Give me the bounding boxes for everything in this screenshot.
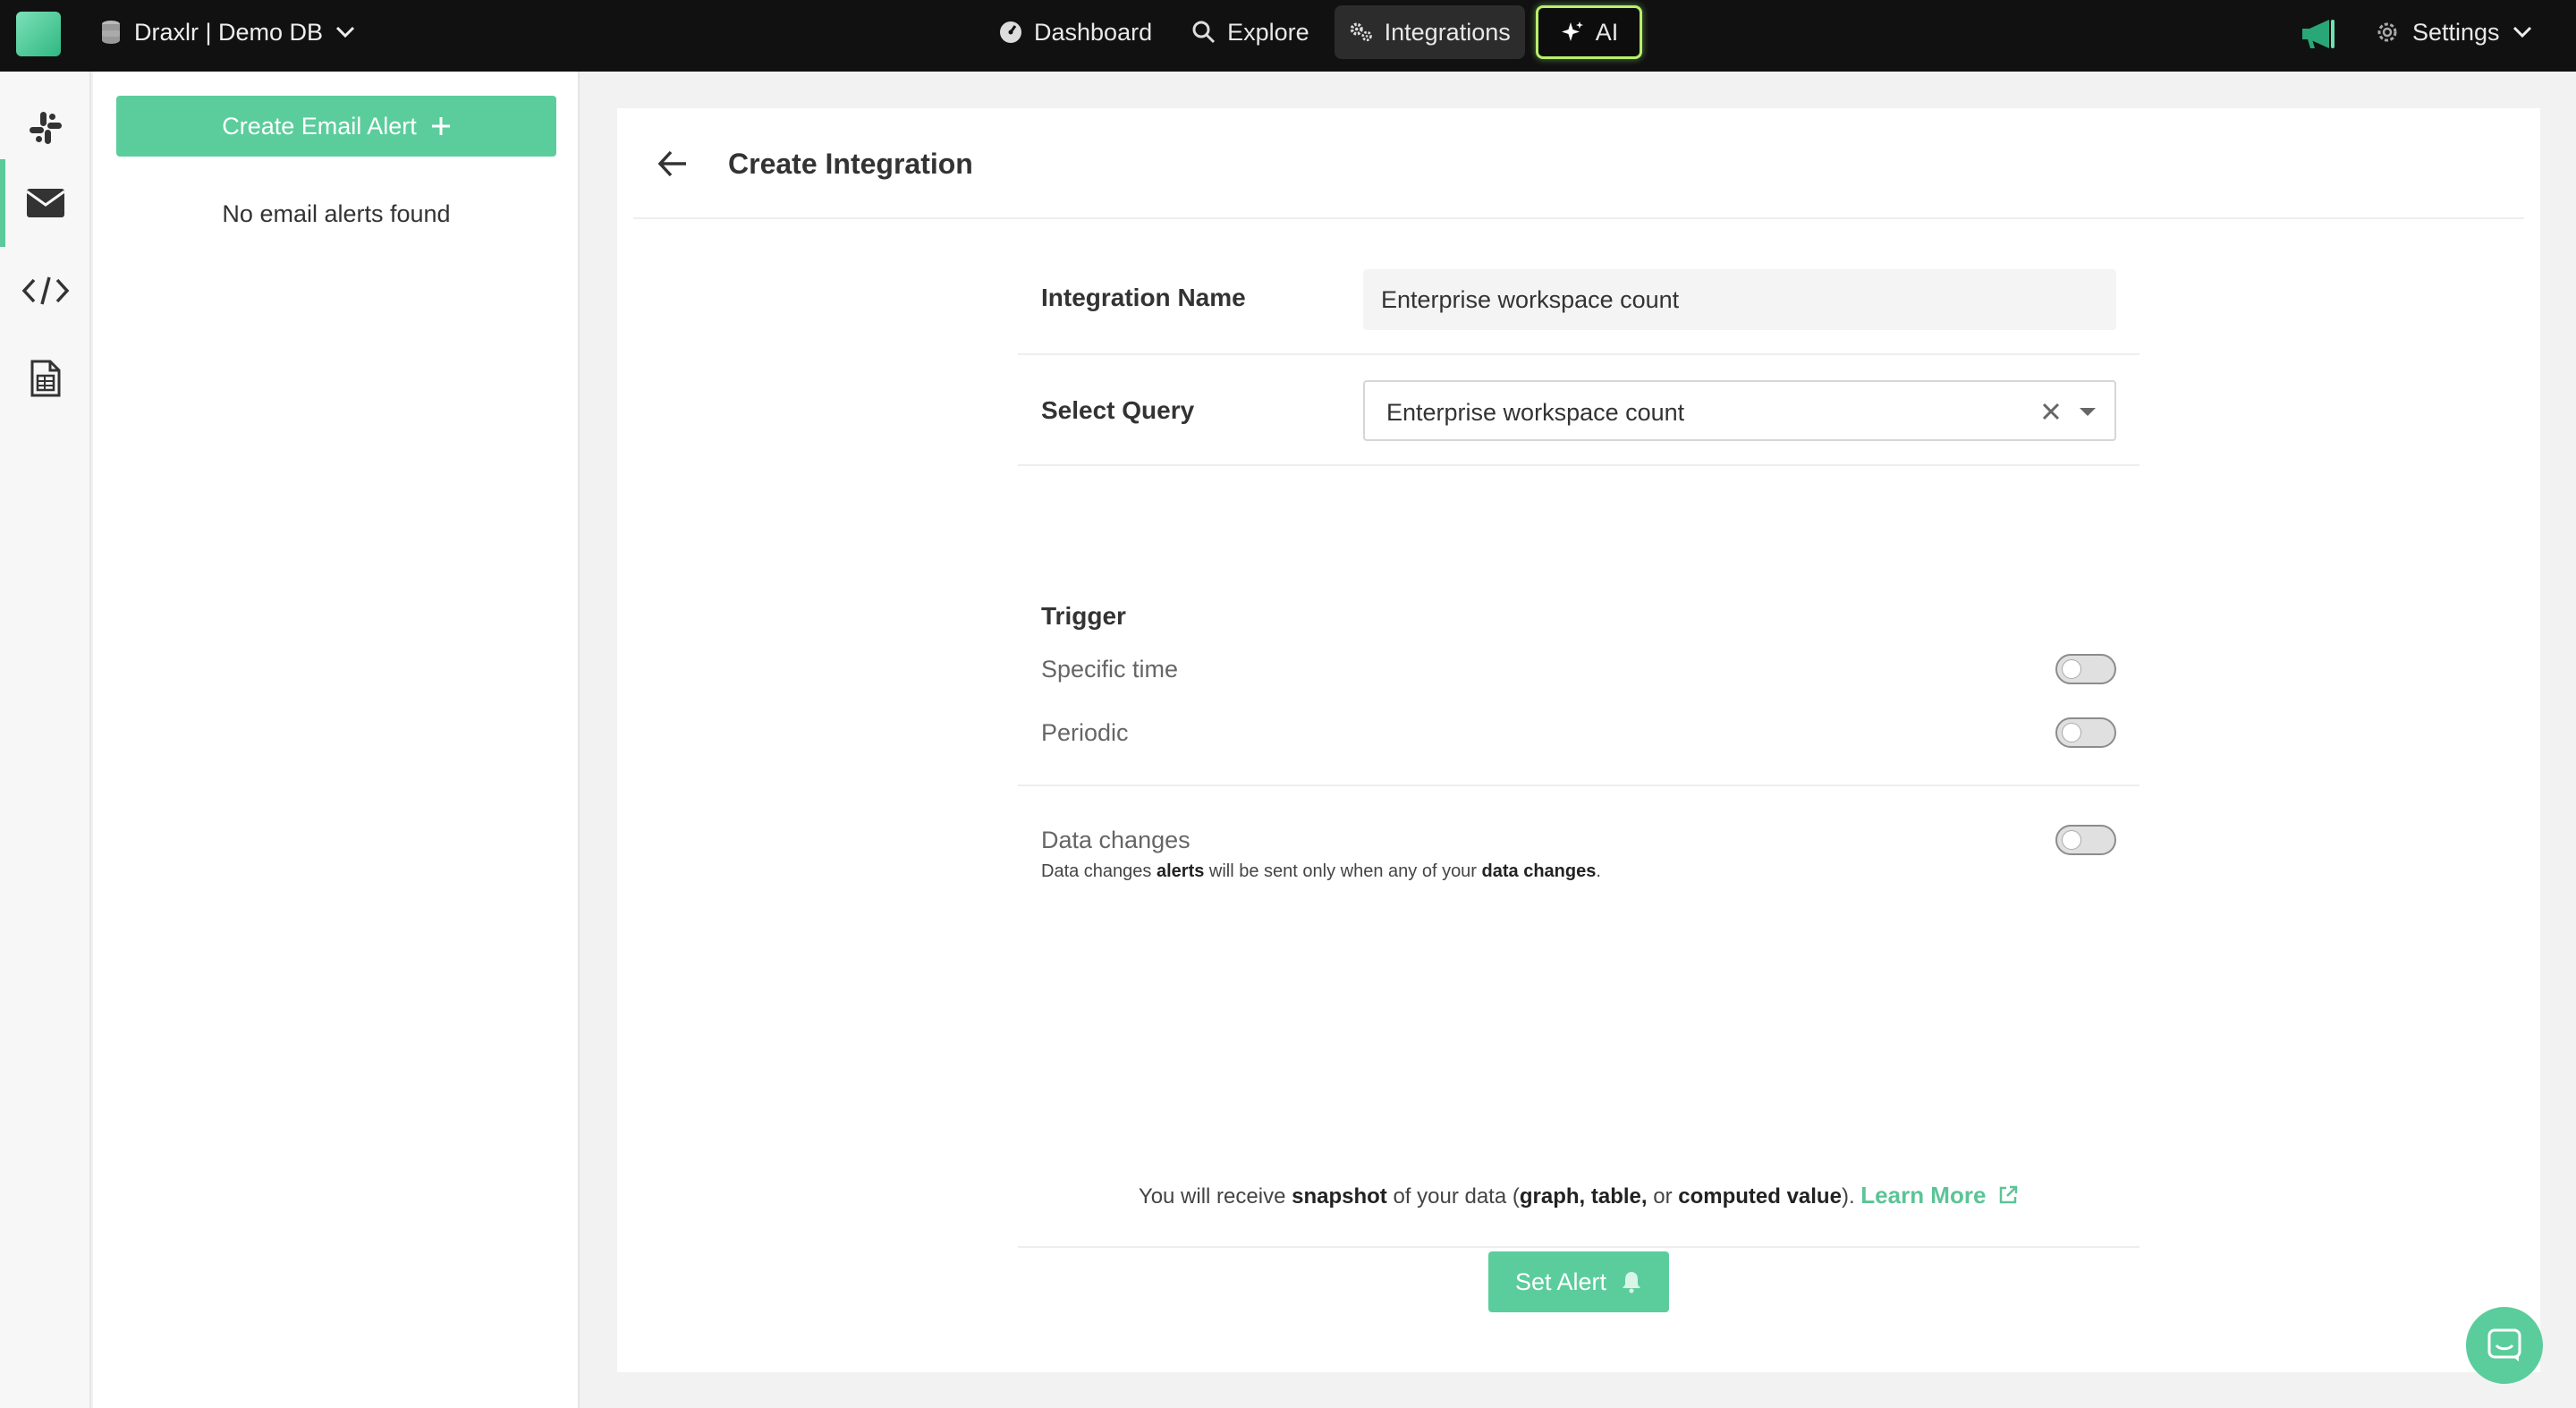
- learn-more-link[interactable]: Learn More: [1860, 1182, 1986, 1209]
- note-text: Data changes: [1041, 861, 1157, 881]
- select-query-row: Select Query Enterprise workspace count: [1018, 355, 2140, 466]
- info-bold-graph-table: graph, table,: [1519, 1184, 1648, 1209]
- email-icon: [26, 189, 65, 217]
- note-bold-alerts: alerts: [1156, 861, 1205, 881]
- chat-launcher-button[interactable]: [2466, 1307, 2543, 1384]
- info-text: or: [1647, 1184, 1679, 1209]
- periodic-toggle[interactable]: [2055, 717, 2116, 748]
- set-alert-label: Set Alert: [1514, 1268, 1607, 1295]
- trigger-heading: Trigger: [1041, 602, 1126, 630]
- sheet-icon: [30, 360, 61, 397]
- query-select-value: Enterprise workspace count: [1386, 399, 1685, 426]
- rail-item-webhook[interactable]: [0, 247, 91, 335]
- rail-item-slack[interactable]: [0, 97, 91, 159]
- back-arrow-icon[interactable]: [657, 148, 689, 180]
- note-text: will be sent only when any of your: [1204, 861, 1482, 881]
- slack-icon: [30, 112, 62, 144]
- code-icon: [21, 276, 70, 305]
- nav-ai-label: AI: [1595, 18, 1619, 46]
- rail-item-sheets[interactable]: [0, 335, 91, 422]
- nav-integrations-label: Integrations: [1384, 18, 1511, 46]
- specific-time-toggle[interactable]: [2055, 654, 2116, 684]
- database-label: Draxlr | Demo DB: [134, 18, 324, 46]
- integration-name-input[interactable]: [1363, 269, 2116, 330]
- empty-state-text: No email alerts found: [222, 200, 451, 227]
- page-title: Create Integration: [728, 148, 973, 180]
- integration-name-label: Integration Name: [1041, 284, 1246, 311]
- info-text: ).: [1841, 1184, 1861, 1209]
- periodic-label: Periodic: [1041, 719, 1129, 746]
- data-changes-note: Data changes alerts will be sent only wh…: [1041, 861, 1601, 882]
- create-email-alert-label: Create Email Alert: [222, 112, 417, 140]
- nav-explore-label: Explore: [1227, 18, 1309, 46]
- info-bold-computed-value: computed value: [1678, 1184, 1842, 1209]
- nav-integrations[interactable]: Integrations: [1334, 5, 1525, 59]
- nav-dashboard[interactable]: Dashboard: [984, 5, 1166, 59]
- top-bar: Draxlr | Demo DB Dashboard Explore Integ…: [0, 0, 2576, 72]
- gauge-icon: [1000, 21, 1021, 43]
- note-text: .: [1596, 861, 1601, 881]
- data-changes-label: Data changes: [1041, 827, 1191, 853]
- chat-icon: [2487, 1328, 2521, 1361]
- card-header: Create Integration: [633, 108, 2524, 219]
- chevron-down-icon: [2512, 26, 2531, 38]
- caret-down-icon[interactable]: [2077, 402, 2098, 421]
- data-changes-toggle[interactable]: [2055, 825, 2116, 855]
- integration-type-rail: [0, 72, 91, 1408]
- section-divider: [1018, 785, 2140, 786]
- query-select[interactable]: Enterprise workspace count: [1363, 380, 2116, 441]
- set-alert-button[interactable]: Set Alert: [1488, 1251, 1669, 1312]
- rail-item-email[interactable]: [0, 159, 91, 247]
- search-icon: [1192, 21, 1216, 44]
- database-icon: [102, 21, 120, 44]
- megaphone-icon[interactable]: [2299, 16, 2340, 52]
- info-text: of your data (: [1386, 1184, 1520, 1209]
- bell-icon: [1623, 1272, 1641, 1293]
- gear-icon: [2377, 22, 2397, 42]
- database-switcher[interactable]: Draxlr | Demo DB: [100, 0, 355, 64]
- create-integration-card: Create Integration Integration Name Sele…: [617, 108, 2540, 1372]
- main-nav: Dashboard Explore Integrations AI: [984, 5, 1643, 59]
- plus-icon: [431, 117, 450, 135]
- chevron-down-icon: [335, 26, 355, 38]
- sparkle-icon: [1561, 21, 1583, 41]
- create-email-alert-button[interactable]: Create Email Alert: [116, 96, 556, 157]
- footer-divider: [1018, 1246, 2140, 1248]
- nav-ai[interactable]: AI: [1535, 5, 1643, 59]
- nav-dashboard-label: Dashboard: [1034, 18, 1153, 46]
- settings-label: Settings: [2412, 18, 2500, 46]
- nav-explore[interactable]: Explore: [1177, 5, 1324, 59]
- integration-name-row: Integration Name: [1018, 251, 2140, 355]
- email-alerts-panel: Create Email Alert No email alerts found: [93, 72, 580, 1408]
- info-bold-snapshot: snapshot: [1292, 1184, 1387, 1209]
- settings-menu[interactable]: Settings: [2375, 0, 2532, 64]
- specific-time-label: Specific time: [1041, 656, 1179, 683]
- snapshot-info-text: You will receive snapshot of your data (…: [617, 1182, 2540, 1209]
- gears-icon: [1350, 22, 1372, 42]
- select-query-label: Select Query: [1041, 396, 1195, 424]
- note-bold-data-changes: data changes: [1481, 861, 1597, 881]
- clear-icon[interactable]: [2039, 400, 2063, 423]
- app-logo[interactable]: [16, 12, 61, 56]
- info-text: You will receive: [1138, 1184, 1292, 1209]
- external-link-icon[interactable]: [1997, 1184, 2019, 1206]
